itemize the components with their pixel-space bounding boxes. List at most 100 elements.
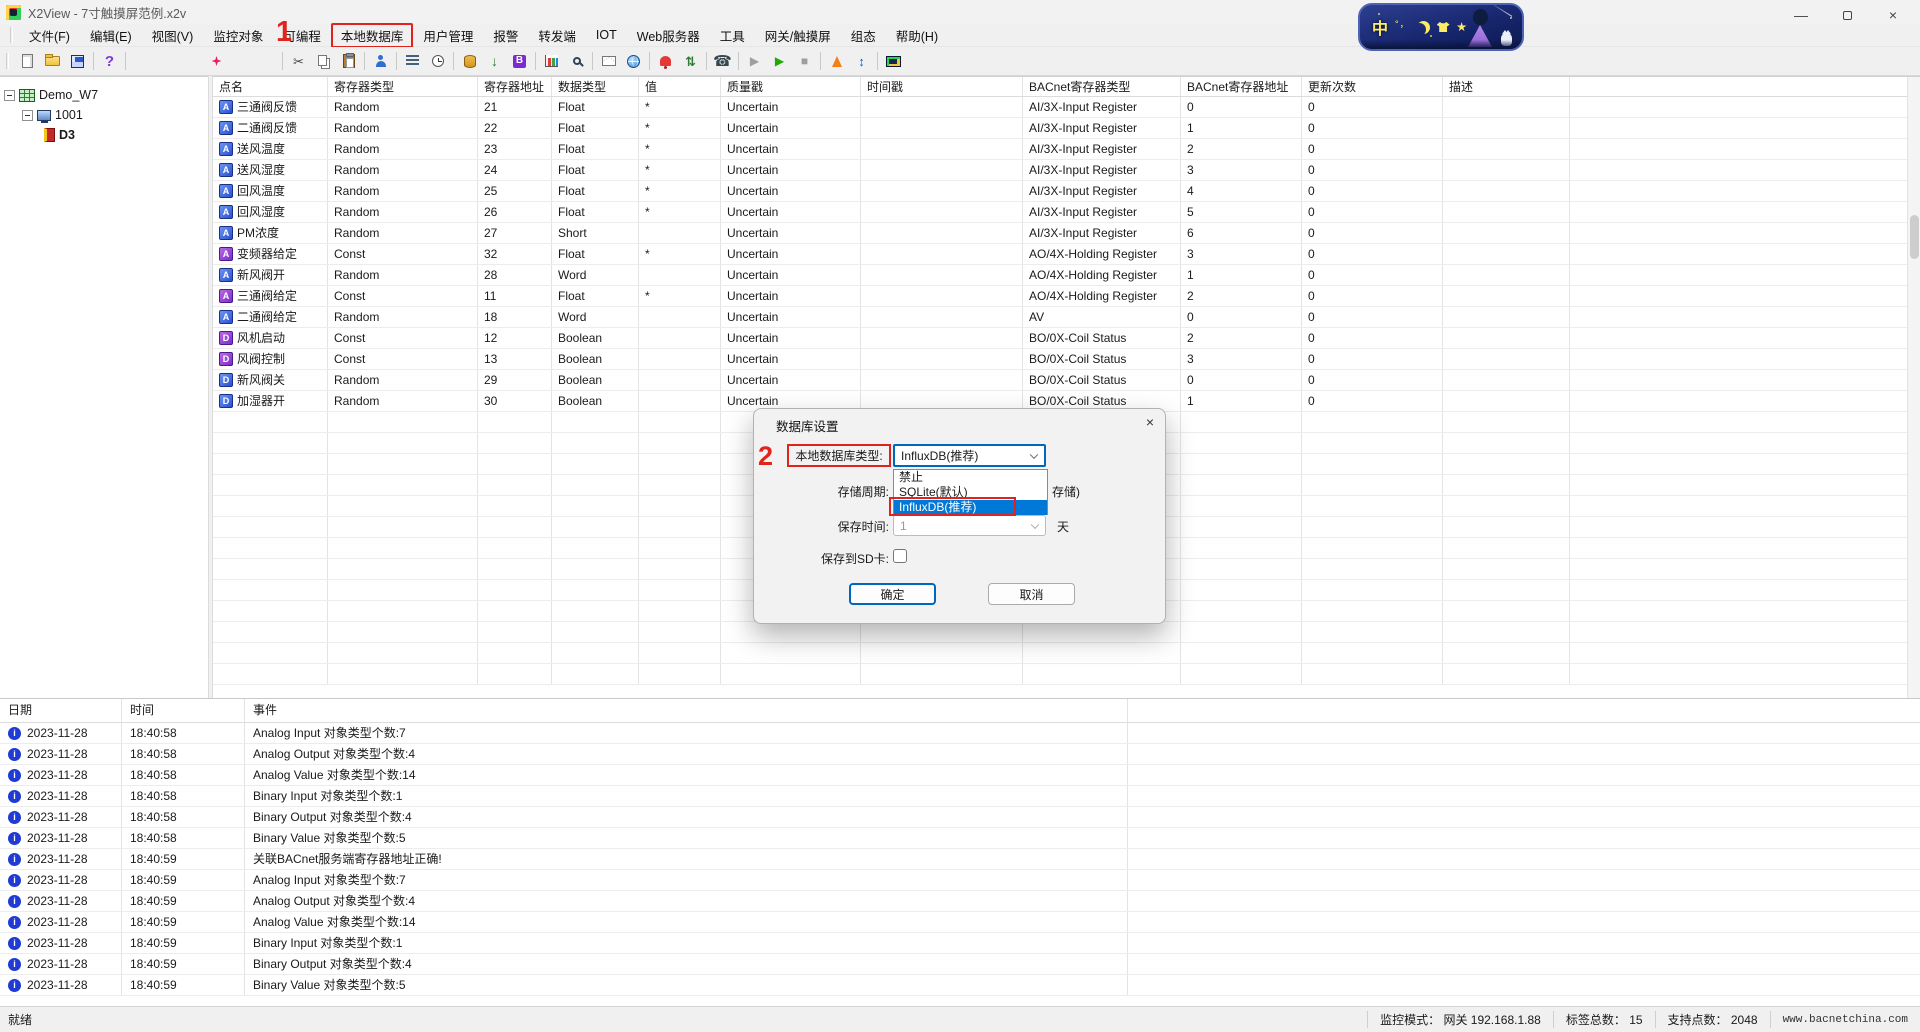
log-row[interactable]: 2023-11-28 18:40:58 Binary Input 对象类型个数:… (0, 786, 1920, 807)
menu-item[interactable]: 编辑(E) (80, 23, 142, 48)
menu-item[interactable]: 网关/触摸屏 (755, 23, 841, 48)
column-header[interactable]: 质量戳 (721, 77, 861, 96)
help-icon[interactable]: ? (97, 49, 122, 73)
separator[interactable] (877, 52, 878, 70)
column-header[interactable]: 数据类型 (552, 77, 639, 96)
table-row[interactable]: A 二通阀给定 Random 18 Word Uncertain AV 0 0 (213, 307, 1920, 328)
separator[interactable] (592, 52, 593, 70)
separator[interactable] (282, 52, 283, 70)
log-row[interactable]: 2023-11-28 18:40:58 Analog Value 对象类型个数:… (0, 765, 1920, 786)
log-column-header[interactable]: 时间 (122, 699, 245, 722)
alarm-config-icon[interactable] (653, 49, 678, 73)
scrollbar-thumb[interactable] (1910, 215, 1919, 259)
program-list-icon[interactable] (400, 49, 425, 73)
tag-table-icon[interactable] (229, 49, 254, 73)
ime-badge[interactable]: 中 °， (1358, 3, 1524, 51)
separator[interactable] (535, 52, 536, 70)
tree-node-device[interactable]: 1001 (0, 105, 208, 125)
collapse-icon[interactable] (22, 110, 33, 121)
table-row[interactable]: A PM浓度 Random 27 Short Uncertain AI/3X-I… (213, 223, 1920, 244)
ok-button[interactable]: 确定 (849, 583, 936, 605)
log-row[interactable]: 2023-11-28 18:40:58 Binary Output 对象类型个数… (0, 807, 1920, 828)
find-table-icon[interactable] (254, 49, 279, 73)
save-time-select[interactable]: 1 (893, 515, 1046, 536)
separator[interactable] (820, 52, 821, 70)
vertical-scrollbar[interactable] (1907, 77, 1920, 698)
web-preview-icon[interactable] (564, 49, 589, 73)
column-header[interactable]: BACnet寄存器类型 (1023, 77, 1181, 96)
column-header[interactable]: 更新次数 (1302, 77, 1443, 96)
menu-item[interactable]: 帮助(H) (886, 23, 948, 48)
table-row[interactable]: A 三通阀给定 Const 11 Float * Uncertain AO/4X… (213, 286, 1920, 307)
save-icon[interactable] (65, 49, 90, 73)
menu-item[interactable]: 组态 (841, 23, 886, 48)
log-row[interactable]: 2023-11-28 18:40:59 Binary Value 对象类型个数:… (0, 975, 1920, 996)
separator[interactable] (738, 52, 739, 70)
table-row[interactable]: A 送风温度 Random 23 Float * Uncertain AI/3X… (213, 139, 1920, 160)
copy-icon[interactable] (311, 49, 336, 73)
scheduler-icon[interactable] (425, 49, 450, 73)
web-server-icon[interactable] (621, 49, 646, 73)
table-row[interactable]: A 新风阀开 Random 28 Word Uncertain AO/4X-Ho… (213, 265, 1920, 286)
influxdb-icon[interactable]: B (507, 49, 532, 73)
separator[interactable] (125, 52, 126, 70)
log-row[interactable]: 2023-11-28 18:40:58 Analog Output 对象类型个数… (0, 744, 1920, 765)
tree-node-screen[interactable]: D3 (0, 125, 208, 145)
open-folder-icon[interactable] (40, 49, 65, 73)
stop-icon[interactable]: ■ (792, 49, 817, 73)
table-row[interactable]: A 二通阀反馈 Random 22 Float * Uncertain AI/3… (213, 118, 1920, 139)
log-row[interactable]: 2023-11-28 18:40:58 Binary Value 对象类型个数:… (0, 828, 1920, 849)
column-header[interactable]: 点名 (213, 77, 328, 96)
report-chart-icon[interactable] (539, 49, 564, 73)
log-row[interactable]: 2023-11-28 18:40:59 Analog Value 对象类型个数:… (0, 912, 1920, 933)
column-header[interactable]: 寄存器类型 (328, 77, 478, 96)
column-header[interactable]: 值 (639, 77, 721, 96)
table-row[interactable]: D 新风阀关 Random 29 Boolean Uncertain BO/0X… (213, 370, 1920, 391)
log-row[interactable]: 2023-11-28 18:40:59 Binary Output 对象类型个数… (0, 954, 1920, 975)
menu-item[interactable]: 工具 (710, 23, 755, 48)
table-row[interactable]: A 回风温度 Random 25 Float * Uncertain AI/3X… (213, 181, 1920, 202)
table-row[interactable]: A 送风湿度 Random 24 Float * Uncertain AI/3X… (213, 160, 1920, 181)
auto-config-icon[interactable] (204, 49, 229, 73)
log-column-header[interactable]: 事件 (245, 699, 1128, 722)
edit-table-icon[interactable] (154, 49, 179, 73)
log-row[interactable]: 2023-11-28 18:40:59 关联BACnet服务端寄存器地址正确! (0, 849, 1920, 870)
paste-icon[interactable] (336, 49, 361, 73)
separator[interactable] (649, 52, 650, 70)
table-row[interactable]: A 回风湿度 Random 26 Float * Uncertain AI/3X… (213, 202, 1920, 223)
sync-icon[interactable]: ↕ (849, 49, 874, 73)
dial-modem-icon[interactable]: ☎ (710, 49, 735, 73)
menu-item[interactable]: 本地数据库 (331, 23, 414, 48)
monitor-table-icon[interactable] (129, 49, 154, 73)
menu-item[interactable]: 用户管理 (413, 23, 483, 48)
separator[interactable] (93, 52, 94, 70)
user-manage-icon[interactable] (368, 49, 393, 73)
save-to-sd-checkbox[interactable] (893, 549, 907, 563)
column-header[interactable]: 描述 (1443, 77, 1570, 96)
mail-server-icon[interactable] (596, 49, 621, 73)
menu-item[interactable]: 视图(V) (142, 23, 204, 48)
grid-view-icon[interactable] (179, 49, 204, 73)
table-row[interactable]: A 三通阀反馈 Random 21 Float * Uncertain AI/3… (213, 97, 1920, 118)
db-type-select[interactable]: InfluxDB(推荐) (893, 444, 1046, 467)
menu-item[interactable]: 文件(F) (19, 23, 80, 48)
menu-item[interactable]: 报警 (483, 23, 528, 48)
log-column-header[interactable]: 日期 (0, 699, 122, 722)
table-row[interactable]: D 风阀控制 Const 13 Boolean Uncertain BO/0X-… (213, 349, 1920, 370)
menu-item[interactable]: IOT (586, 25, 627, 45)
hot-update-icon[interactable] (824, 49, 849, 73)
log-row[interactable]: 2023-11-28 18:40:59 Analog Input 对象类型个数:… (0, 870, 1920, 891)
collapse-icon[interactable] (4, 90, 15, 101)
dropdown-option[interactable]: 禁止 (894, 470, 1047, 485)
minimize-button[interactable]: — (1778, 0, 1824, 30)
separator[interactable] (453, 52, 454, 70)
menu-item[interactable]: 转发端 (528, 23, 586, 48)
log-row[interactable]: 2023-11-28 18:40:58 Analog Input 对象类型个数:… (0, 723, 1920, 744)
separator[interactable] (706, 52, 707, 70)
separator[interactable] (364, 52, 365, 70)
table-row[interactable]: A 变频器给定 Const 32 Float * Uncertain AO/4X… (213, 244, 1920, 265)
run-icon[interactable]: ▶ (767, 49, 792, 73)
simulate-run-icon[interactable]: ▶ (742, 49, 767, 73)
tree-node-project[interactable]: Demo_W7 (0, 85, 208, 105)
log-row[interactable]: 2023-11-28 18:40:59 Analog Output 对象类型个数… (0, 891, 1920, 912)
